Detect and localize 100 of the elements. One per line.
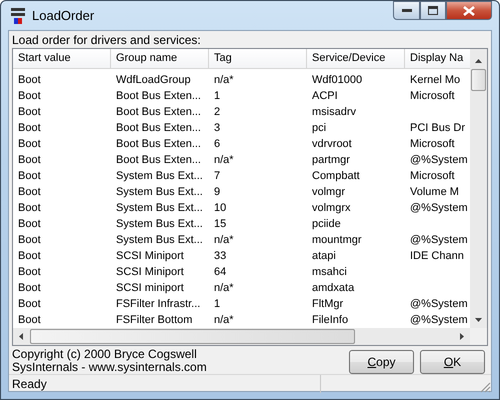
table-cell-text: Kernel Mo: [409, 73, 462, 88]
table-cell-text: 64: [213, 265, 228, 280]
table-cell-text: volmgr: [311, 185, 346, 200]
table-cell-text: mountmgr: [311, 233, 363, 248]
table-cell-text: Boot: [17, 313, 42, 328]
table-cell-text: System Bus Ext...: [115, 185, 204, 200]
table-cell-text: 1: [213, 89, 222, 104]
app-icon: [10, 6, 26, 24]
table-cell-text: msahci: [311, 265, 348, 280]
table-cell-text: Boot: [17, 89, 42, 104]
table-cell-text: Boot: [17, 185, 42, 200]
table-cell-text: Boot Bus Exten...: [115, 89, 202, 104]
table-cell-text: n/a*: [213, 281, 235, 296]
table-cell-text: Boot: [17, 73, 42, 88]
scroll-thumb[interactable]: [471, 69, 486, 91]
table-cell-text: Microsoft: [409, 169, 456, 184]
table-cell-text: n/a*: [213, 73, 235, 88]
table-cell-text: SCSI Miniport: [115, 249, 185, 264]
table-cell-text: pciide: [311, 217, 342, 232]
table-cell-text: WdfLoadGroup: [115, 73, 192, 88]
table-cell-text: Boot: [17, 169, 42, 184]
table-cell-text: partmgr: [311, 153, 351, 168]
table-cell-text: @%System: [409, 297, 469, 312]
table-cell-text: Boot: [17, 105, 42, 120]
table-cell-text: IDE Chann: [409, 249, 465, 264]
table-cell-text: 33: [213, 249, 228, 264]
table-cell-text: @%System: [409, 313, 469, 328]
table-cell-text: FSFilter Bottom: [115, 313, 194, 328]
status-text: Ready: [9, 375, 321, 393]
window-title: LoadOrder: [32, 8, 96, 23]
maximize-icon: [428, 6, 438, 15]
table-cell-text: Compbatt: [311, 169, 361, 184]
maximize-button[interactable]: [420, 1, 446, 20]
table-cell-text: 2: [213, 105, 222, 120]
copyright-text: Copyright (c) 2000 Bryce Cogswell: [12, 348, 198, 361]
column-header[interactable]: Start value: [13, 49, 111, 68]
table-cell-text: Microsoft: [409, 89, 456, 104]
close-icon: [463, 6, 475, 16]
scroll-thumb[interactable]: [30, 329, 355, 344]
table-cell-text: Wdf01000: [311, 73, 364, 88]
vertical-scrollbar[interactable]: [470, 49, 487, 328]
table-cell-text: 15: [213, 217, 228, 232]
minimize-icon: [402, 8, 412, 12]
copyright-text: SysInternals - www.sysinternals.com: [12, 361, 207, 374]
table-cell-text: Boot: [17, 249, 42, 264]
dialog-button[interactable]: OK: [420, 350, 485, 374]
table-cell-text: 7: [213, 169, 222, 184]
table-cell-text: Volume M: [409, 185, 460, 200]
table-cell-text: pci: [311, 121, 328, 136]
column-header[interactable]: Service/Device: [307, 49, 405, 68]
table-cell-text: vdrvroot: [311, 137, 353, 152]
table-cell-text: System Bus Ext...: [115, 217, 204, 232]
table-cell-text: FSFilter Infrastr...: [115, 297, 202, 312]
table-cell-text: System Bus Ext...: [115, 233, 204, 248]
table-cell-text: System Bus Ext...: [115, 201, 204, 216]
minimize-button[interactable]: [393, 1, 420, 20]
table-cell-text: Boot Bus Exten...: [115, 137, 202, 152]
scrollbar-corner: [470, 328, 487, 345]
table-cell-text: 3: [213, 121, 222, 136]
table-cell-text: amdxata: [311, 281, 356, 296]
dialog-button[interactable]: Copy: [349, 350, 414, 374]
close-button[interactable]: [446, 1, 492, 20]
table-cell-text: FltMgr: [311, 297, 344, 312]
table-cell-text: Boot: [17, 217, 42, 232]
horizontal-scrollbar[interactable]: [13, 328, 470, 345]
table-cell-text: 10: [213, 201, 228, 216]
table-cell-text: PCI Bus Dr: [409, 121, 466, 136]
table-cell-text: ACPI: [311, 89, 339, 104]
table-cell-text: Microsoft: [409, 137, 456, 152]
resize-grip-icon[interactable]: [479, 381, 491, 393]
table-cell-text: n/a*: [213, 153, 235, 168]
table-cell-text: Boot: [17, 265, 42, 280]
table-cell-text: FileInfo: [311, 313, 350, 328]
table-cell-text: Boot: [17, 233, 42, 248]
table-cell-text: Boot: [17, 201, 42, 216]
table-cell-text: volmgrx: [311, 201, 352, 216]
table-cell-text: 9: [213, 185, 222, 200]
table-cell-text: 1: [213, 297, 222, 312]
table-cell-text: Boot Bus Exten...: [115, 153, 202, 168]
table-cell-text: @%System: [409, 153, 469, 168]
table-cell-text: Boot Bus Exten...: [115, 105, 202, 120]
table-cell-text: SCSI Miniport: [115, 265, 185, 280]
list-caption: Load order for drivers and services:: [11, 32, 202, 48]
column-header[interactable]: Tag: [209, 49, 307, 68]
table-cell-text: @%System: [409, 233, 469, 248]
table-cell-text: Boot: [17, 153, 42, 168]
column-header[interactable]: Group name: [111, 49, 209, 68]
table-cell-text: n/a*: [213, 313, 235, 328]
table-cell-text: Boot Bus Exten...: [115, 121, 202, 136]
table-cell-text: @%System: [409, 201, 469, 216]
table-cell-text: SCSI miniport: [115, 281, 185, 296]
table-cell-text: Boot: [17, 137, 42, 152]
table-cell-text: Boot: [17, 121, 42, 136]
table-cell-text: n/a*: [213, 233, 235, 248]
table-cell-text: atapi: [311, 249, 337, 264]
table-cell-text: Boot: [17, 297, 42, 312]
table-cell-text: msisadrv: [311, 105, 358, 120]
table-cell-text: System Bus Ext...: [115, 169, 204, 184]
table-cell-text: 6: [213, 137, 222, 152]
table-cell-text: Boot: [17, 281, 42, 296]
